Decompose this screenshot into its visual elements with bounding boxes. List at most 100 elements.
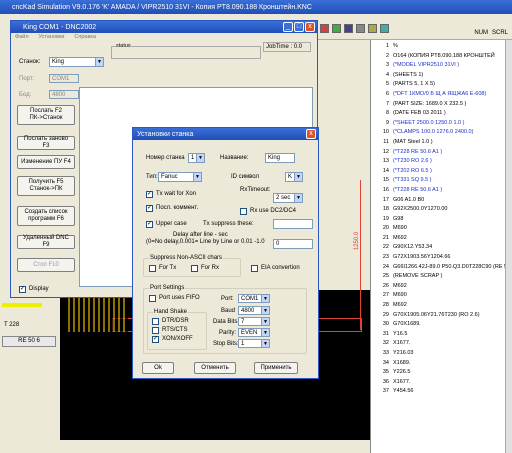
code-line[interactable]: 27 M690: [371, 291, 508, 301]
id-select[interactable]: K ▼: [285, 172, 303, 182]
code-line[interactable]: 30 G70X1689.: [371, 320, 508, 330]
machine-number-select[interactable]: 1 ▼: [188, 153, 205, 163]
stop-button[interactable]: Стоп F10: [17, 258, 75, 272]
dnc-maximize-button[interactable]: □: [294, 22, 304, 32]
toolbar-icon-6[interactable]: [380, 24, 389, 33]
display-checkbox[interactable]: ✓: [19, 286, 26, 293]
dtr-dsr-label: DTR/DSR: [162, 318, 189, 324]
code-line[interactable]: 24 G66I1266.42J-89.0 P50.Q3.D0T228C90 (RE…: [371, 263, 508, 273]
remote-dnc-button[interactable]: Удаленный DNC F9: [17, 235, 75, 249]
settings-close-button[interactable]: x: [306, 129, 316, 139]
data-bits-value: 7: [241, 319, 245, 325]
for-tx-checkbox[interactable]: [149, 265, 156, 272]
chevron-down-icon: ▼: [294, 173, 302, 181]
toolbar-icon-4[interactable]: [356, 24, 365, 33]
code-line[interactable]: 9 (*SHEET 2500.0 1250.0 1.0 ): [371, 119, 508, 129]
code-line[interactable]: 14 (*T202 RO 6.5 ): [371, 167, 508, 177]
receive-button[interactable]: Получить F5 Станок->ПК: [17, 176, 75, 196]
stop-bits-select[interactable]: 1 ▼: [238, 339, 270, 348]
baud-field: 4800: [49, 90, 79, 99]
port-fifo-checkbox[interactable]: [149, 295, 156, 302]
code-line[interactable]: 12 (*T228 RE 50.6 A1 ): [371, 148, 508, 158]
apply-button[interactable]: Применить: [254, 362, 298, 374]
cancel-button[interactable]: Отменить: [194, 362, 236, 374]
tx-wait-checkbox[interactable]: ✓: [146, 191, 153, 198]
rts-cts-checkbox[interactable]: [152, 327, 159, 334]
eia-checkbox[interactable]: [251, 265, 258, 272]
code-line[interactable]: 4 (SHEETS 1): [371, 71, 508, 81]
send-comment-checkbox[interactable]: ✓: [146, 205, 153, 212]
code-line[interactable]: 16 (*T228 RE 50.6 A1 ): [371, 186, 508, 196]
xon-xoff-checkbox[interactable]: ✓: [152, 336, 159, 343]
code-line[interactable]: 20 M690: [371, 224, 508, 234]
code-line-number: 22: [382, 244, 389, 251]
code-line[interactable]: 10 (*CLAMPS 100.0 1276.0 2400.0): [371, 128, 508, 138]
code-line[interactable]: 8 (DATE FEB 03 2011 ): [371, 109, 508, 119]
upper-case-label: Upper case: [156, 221, 187, 227]
toolbar-icon-1[interactable]: [320, 24, 329, 33]
chevron-down-icon: ▼: [261, 295, 269, 302]
toolbar-icon-5[interactable]: [368, 24, 377, 33]
code-line[interactable]: 19 G98: [371, 215, 508, 225]
code-line[interactable]: 6 (*DFT 1КМО/0 Б Щ А ЯЩЖА6 E-608): [371, 90, 508, 100]
data-bits-select[interactable]: 7 ▼: [238, 317, 270, 326]
display-label: Display: [29, 286, 49, 292]
code-line[interactable]: 11 (MAT Steel 1.0 ): [371, 138, 508, 148]
code-line[interactable]: 3 (*MODEL VIPR2510 31VI ): [371, 61, 508, 71]
code-line[interactable]: 15 (*T331 SQ 9.5 ): [371, 176, 508, 186]
code-line[interactable]: 28 M692: [371, 301, 508, 311]
code-line[interactable]: 33 Y216.03: [371, 349, 508, 359]
upper-case-checkbox[interactable]: ✓: [146, 221, 153, 228]
dnc-minimize-button[interactable]: _: [283, 22, 293, 32]
menu-settings[interactable]: Установки: [39, 33, 65, 42]
port-field: COM1: [49, 74, 79, 83]
menu-help[interactable]: Справка: [74, 33, 96, 42]
delay-input[interactable]: 0: [273, 239, 313, 249]
code-line[interactable]: 1%: [371, 42, 508, 52]
port-setting-select[interactable]: COM1 ▼: [238, 294, 270, 303]
code-line[interactable]: 34 X1689.: [371, 359, 508, 369]
code-line[interactable]: 5 (PARTS 5, 1 X 5): [371, 80, 508, 90]
code-line[interactable]: 32 X1677.: [371, 339, 508, 349]
code-line[interactable]: 25 (REMOVE SCRAP ): [371, 272, 508, 282]
change-nc-button[interactable]: Изменение ПУ F4: [17, 155, 75, 169]
code-line[interactable]: 26 M692: [371, 282, 508, 292]
rx-timeout-select[interactable]: 2 sec ▼: [273, 193, 303, 203]
code-line[interactable]: 37 Y454.56: [371, 387, 508, 397]
code-line[interactable]: 13 (*T230 RO 2.6 ): [371, 157, 508, 167]
dtr-dsr-checkbox[interactable]: [152, 318, 159, 325]
code-line[interactable]: 17 G06 A1.0 B0: [371, 196, 508, 206]
parity-select[interactable]: EVEN ▼: [238, 328, 270, 337]
yellow-tool-bar: [2, 303, 42, 307]
code-line-text: (MAT Steel 1.0 ): [393, 138, 433, 145]
tx-suppress-input[interactable]: [273, 219, 313, 229]
toolbar-icon-2[interactable]: [332, 24, 341, 33]
resend-button[interactable]: Послать заново F3: [17, 136, 75, 150]
code-line[interactable]: 36 X1677.: [371, 378, 508, 388]
tool-re-box[interactable]: RE 50 6: [2, 336, 56, 347]
program-list-button[interactable]: Создать список программ F6: [17, 206, 75, 226]
toolbar-icon-3[interactable]: [344, 24, 353, 33]
type-select[interactable]: Fanuc ▼: [158, 172, 202, 182]
menu-file[interactable]: Файл: [15, 33, 29, 42]
name-input[interactable]: King: [265, 153, 295, 163]
ok-button[interactable]: Ok: [142, 362, 174, 374]
port-group-title: Port Settings: [149, 285, 186, 291]
code-scrollbar[interactable]: [505, 40, 512, 453]
code-line[interactable]: 35 Y226.5: [371, 368, 508, 378]
baud-setting-select[interactable]: 4800 ▼: [238, 306, 270, 315]
code-line[interactable]: 29 G70X1905.06Y21.76T230 (RO 2.6): [371, 311, 508, 321]
code-line[interactable]: 31 Y16.5: [371, 330, 508, 340]
code-line[interactable]: 21 M692: [371, 234, 508, 244]
send-button[interactable]: Послать F2 ПК->Станок: [17, 105, 75, 125]
code-line[interactable]: 22 G90X12.Y53.34: [371, 243, 508, 253]
code-line[interactable]: 23 G72X1903.56Y1204.66: [371, 253, 508, 263]
rx-dc-checkbox[interactable]: [240, 208, 247, 215]
dnc-close-button[interactable]: x: [305, 22, 315, 32]
machine-select[interactable]: King ▼: [49, 57, 104, 67]
code-line[interactable]: 2 O164 (КОПИЯ PT8.090.188 КРОНШТЕЙ: [371, 52, 508, 62]
code-line[interactable]: 18 G92X2500.0Y1270.00: [371, 205, 508, 215]
code-panel[interactable]: 1% 2 O164 (КОПИЯ PT8.090.188 КРОНШТЕЙ 3 (*MO…: [370, 40, 508, 453]
code-line[interactable]: 7 (PART SIZE: 1689.0 X 232.5 ): [371, 100, 508, 110]
for-rx-checkbox[interactable]: [191, 265, 198, 272]
